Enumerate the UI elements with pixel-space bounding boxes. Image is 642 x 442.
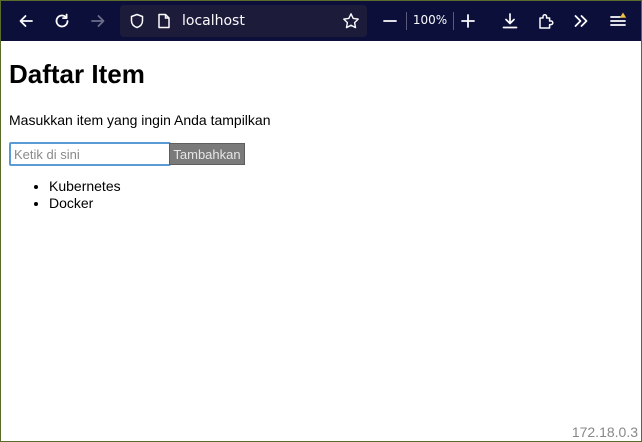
- extensions-button[interactable]: [531, 6, 561, 36]
- back-button[interactable]: [11, 6, 41, 36]
- item-input[interactable]: [9, 142, 171, 166]
- shield-icon[interactable]: [129, 13, 145, 29]
- menu-button[interactable]: [603, 6, 633, 36]
- page-description: Masukkan item yang ingin Anda tampilkan: [9, 112, 271, 128]
- zoom-in-button[interactable]: [453, 6, 483, 36]
- ip-address-label: 172.18.0.3: [571, 424, 638, 440]
- downloads-button[interactable]: [495, 6, 525, 36]
- url-text[interactable]: localhost: [182, 13, 245, 29]
- page-content: Daftar Item Masukkan item yang ingin And…: [1, 41, 641, 441]
- list-item: Docker: [49, 195, 121, 212]
- add-button[interactable]: Tambahkan: [169, 143, 245, 165]
- download-icon: [502, 13, 518, 29]
- chevrons-right-icon: [574, 15, 588, 27]
- plus-icon: [461, 14, 475, 28]
- reload-icon: [55, 13, 69, 28]
- zoom-level[interactable]: 100%: [410, 13, 450, 27]
- minus-icon: [383, 20, 397, 22]
- item-list: Kubernetes Docker: [9, 178, 121, 212]
- star-icon[interactable]: [342, 12, 360, 30]
- browser-window: localhost 100% Daftar Item Masukkan item…: [0, 0, 642, 442]
- list-item: Kubernetes: [49, 178, 121, 195]
- overflow-button[interactable]: [566, 6, 596, 36]
- arrow-right-icon: [91, 15, 105, 27]
- puzzle-icon: [539, 13, 554, 29]
- update-badge-icon: [619, 12, 627, 18]
- page-icon[interactable]: [157, 13, 171, 29]
- page-title: Daftar Item: [9, 59, 145, 89]
- zoom-out-button[interactable]: [375, 6, 405, 36]
- browser-toolbar: localhost 100%: [1, 1, 641, 41]
- hamburger-icon: [610, 12, 627, 26]
- reload-button[interactable]: [47, 6, 77, 36]
- forward-button[interactable]: [83, 6, 113, 36]
- zoom-divider: [406, 12, 407, 30]
- arrow-left-icon: [19, 15, 33, 27]
- url-bar[interactable]: localhost: [120, 5, 367, 37]
